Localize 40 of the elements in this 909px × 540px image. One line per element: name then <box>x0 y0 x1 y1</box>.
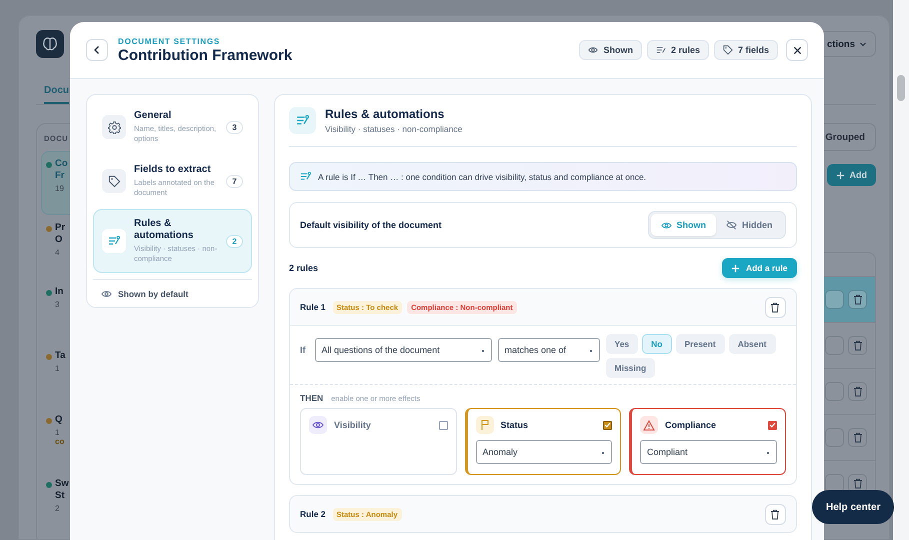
info-text: A rule is If … Then … : one condition can drive visibility, status and compliance at once. <box>318 172 646 182</box>
document-title: Fr <box>55 170 66 182</box>
document-title: In <box>55 286 64 298</box>
effect-label: Visibility <box>334 420 372 430</box>
document-title: Sw <box>55 478 69 490</box>
document-title: St <box>55 490 66 502</box>
nav-item-title: Fields to extract <box>134 164 212 176</box>
dialog-eyebrow: DOCUMENT SETTINGS <box>118 36 222 46</box>
count-badge: 7 <box>226 174 243 188</box>
document-meta: 3 <box>55 300 60 309</box>
summary-chip: Shown <box>579 40 642 60</box>
then-label: THEN <box>300 393 324 403</box>
default-visibility-note: Shown by default <box>118 289 188 299</box>
nav-item-title: Rules & automations <box>134 218 194 242</box>
panel-subtitle: Visibility · statuses · non-compliance <box>325 124 462 134</box>
effect-label: Status <box>500 420 530 430</box>
rules-count: 2 rules <box>289 263 318 273</box>
document-meta: 2 <box>55 504 60 513</box>
effect-label: Compliance <box>665 420 718 430</box>
rule-name: Rule 1 <box>300 302 326 312</box>
document-meta: 19 <box>55 184 65 193</box>
document-meta: 1 <box>55 428 60 437</box>
document-note: co <box>55 437 64 446</box>
default-visibility-label: Default visibility of the document <box>300 220 442 230</box>
document-meta: 4 <box>55 248 60 257</box>
document-title: Pr <box>55 222 66 234</box>
nav-item-title: General <box>134 110 172 122</box>
summary-chip: 7 fields <box>714 40 778 60</box>
count-badge: 2 <box>226 234 243 248</box>
if-label: If <box>300 345 306 355</box>
document-title: Ta <box>55 350 66 362</box>
dialog-title: Contribution Framework <box>118 46 294 64</box>
panel-title: Rules & automations <box>325 107 446 121</box>
document-meta: 1 <box>55 364 60 373</box>
document-title: Co <box>55 158 68 170</box>
count-badge: 3 <box>226 120 243 134</box>
rule-name: Rule 2 <box>300 509 326 519</box>
document-title: Q <box>55 414 64 426</box>
document-title: O <box>55 234 64 246</box>
summary-chip: 2 rules <box>646 40 709 60</box>
